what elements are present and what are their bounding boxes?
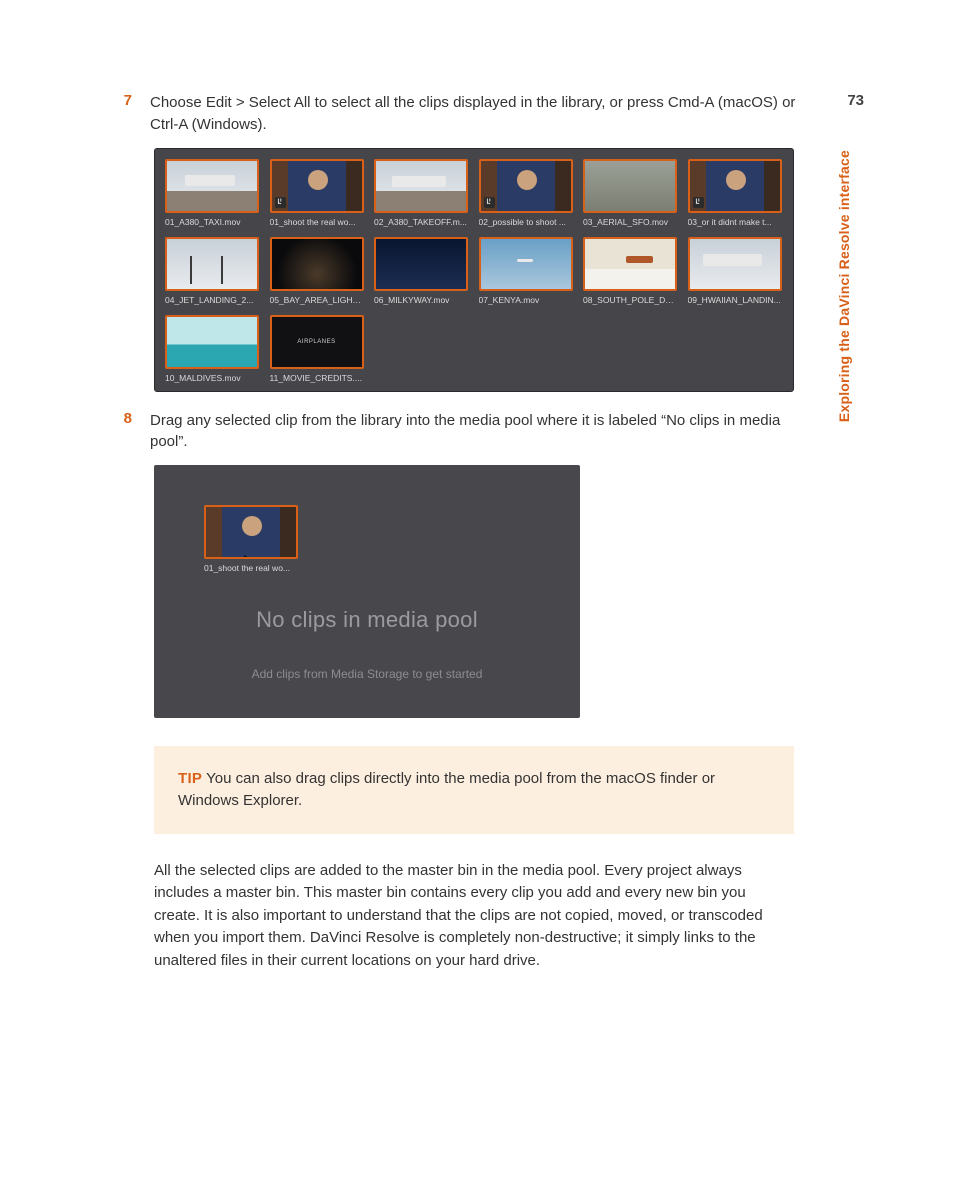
clip-thumbnail[interactable] <box>688 159 782 213</box>
media-pool-empty-message: No clips in media pool <box>154 607 580 633</box>
step-8-text: Drag any selected clip from the library … <box>150 410 816 454</box>
clip-item[interactable]: 03_or it didnt make t... <box>688 159 784 227</box>
step-8-number: 8 <box>116 410 132 454</box>
clip-item[interactable]: 07_KENYA.mov <box>479 237 575 305</box>
tip-callout: TIP You can also drag clips directly int… <box>154 746 794 834</box>
step-7-number: 7 <box>116 92 132 136</box>
clip-thumbnail[interactable] <box>374 237 468 291</box>
clip-thumbnail[interactable] <box>165 237 259 291</box>
clip-label: 03_or it didnt make t... <box>688 217 782 227</box>
body-paragraph: All the selected clips are added to the … <box>154 860 794 973</box>
clip-label: 05_BAY_AREA_LIGHT... <box>270 295 364 305</box>
clip-label: 10_MALDIVES.mov <box>165 373 259 383</box>
clip-label: 01_shoot the real wo... <box>270 217 364 227</box>
clip-thumbnail[interactable] <box>165 315 259 369</box>
clip-label: 01_A380_TAXI.mov <box>165 217 259 227</box>
clip-thumbnail[interactable]: AIRPLANES <box>270 315 364 369</box>
clip-thumbnail[interactable] <box>270 237 364 291</box>
step-7: 7 Choose Edit > Select All to select all… <box>116 92 816 136</box>
media-pool-panel: 01_shoot the real wo... No clips in medi… <box>154 465 580 718</box>
clip-thumbnail[interactable] <box>165 159 259 213</box>
clip-item[interactable]: 02_A380_TAKEOFF.m... <box>374 159 470 227</box>
clip-item[interactable]: 06_MILKYWAY.mov <box>374 237 470 305</box>
clip-item[interactable]: 10_MALDIVES.mov <box>165 315 261 383</box>
clip-label: 07_KENYA.mov <box>479 295 573 305</box>
tip-text: You can also drag clips directly into th… <box>178 770 715 809</box>
clip-thumbnail[interactable] <box>583 159 677 213</box>
tip-label: TIP <box>178 770 202 787</box>
step-8: 8 Drag any selected clip from the librar… <box>116 410 816 454</box>
clip-item[interactable]: 03_AERIAL_SFO.mov <box>583 159 679 227</box>
clip-label: 02_possible to shoot ... <box>479 217 573 227</box>
clip-thumbnail[interactable] <box>479 237 573 291</box>
audio-icon <box>275 197 286 208</box>
page-number: 73 <box>847 92 864 109</box>
clip-label: 02_A380_TAKEOFF.m... <box>374 217 468 227</box>
clip-thumbnail[interactable] <box>479 159 573 213</box>
audio-icon <box>693 197 704 208</box>
cursor-icon <box>244 555 258 559</box>
clip-label: 08_SOUTH_POLE_DC... <box>583 295 677 305</box>
clip-grid: 01_A380_TAXI.mov 01_shoot the real wo... 0… <box>165 159 783 383</box>
audio-icon <box>484 197 495 208</box>
media-pool-empty-subtext: Add clips from Media Storage to get star… <box>154 667 580 681</box>
clip-thumbnail[interactable] <box>270 159 364 213</box>
clip-item[interactable]: 04_JET_LANDING_2... <box>165 237 261 305</box>
dragged-clip-label: 01_shoot the real wo... <box>204 563 298 573</box>
clip-thumbnail[interactable] <box>688 237 782 291</box>
section-side-title: Exploring the DaVinci Resolve interface <box>836 150 852 422</box>
library-panel: 01_A380_TAXI.mov 01_shoot the real wo... 0… <box>154 148 794 392</box>
clip-label: 04_JET_LANDING_2... <box>165 295 259 305</box>
clip-label: 09_HWAIIAN_LANDIN... <box>688 295 782 305</box>
clip-thumbnail[interactable] <box>583 237 677 291</box>
clip-label: 11_MOVIE_CREDITS.... <box>270 373 364 383</box>
step-7-text: Choose Edit > Select All to select all t… <box>150 92 816 136</box>
clip-label: 03_AERIAL_SFO.mov <box>583 217 677 227</box>
dragged-clip: 01_shoot the real wo... <box>204 505 298 573</box>
clip-item[interactable]: 08_SOUTH_POLE_DC... <box>583 237 679 305</box>
clip-item[interactable]: 01_shoot the real wo... <box>270 159 366 227</box>
clip-thumbnail[interactable] <box>374 159 468 213</box>
clip-item[interactable]: 09_HWAIIAN_LANDIN... <box>688 237 784 305</box>
clip-item[interactable]: AIRPLANES 11_MOVIE_CREDITS.... <box>270 315 366 383</box>
dragged-clip-thumbnail <box>204 505 298 559</box>
clip-label: 06_MILKYWAY.mov <box>374 295 468 305</box>
clip-item[interactable]: 02_possible to shoot ... <box>479 159 575 227</box>
clip-item[interactable]: 01_A380_TAXI.mov <box>165 159 261 227</box>
clip-item[interactable]: 05_BAY_AREA_LIGHT... <box>270 237 366 305</box>
